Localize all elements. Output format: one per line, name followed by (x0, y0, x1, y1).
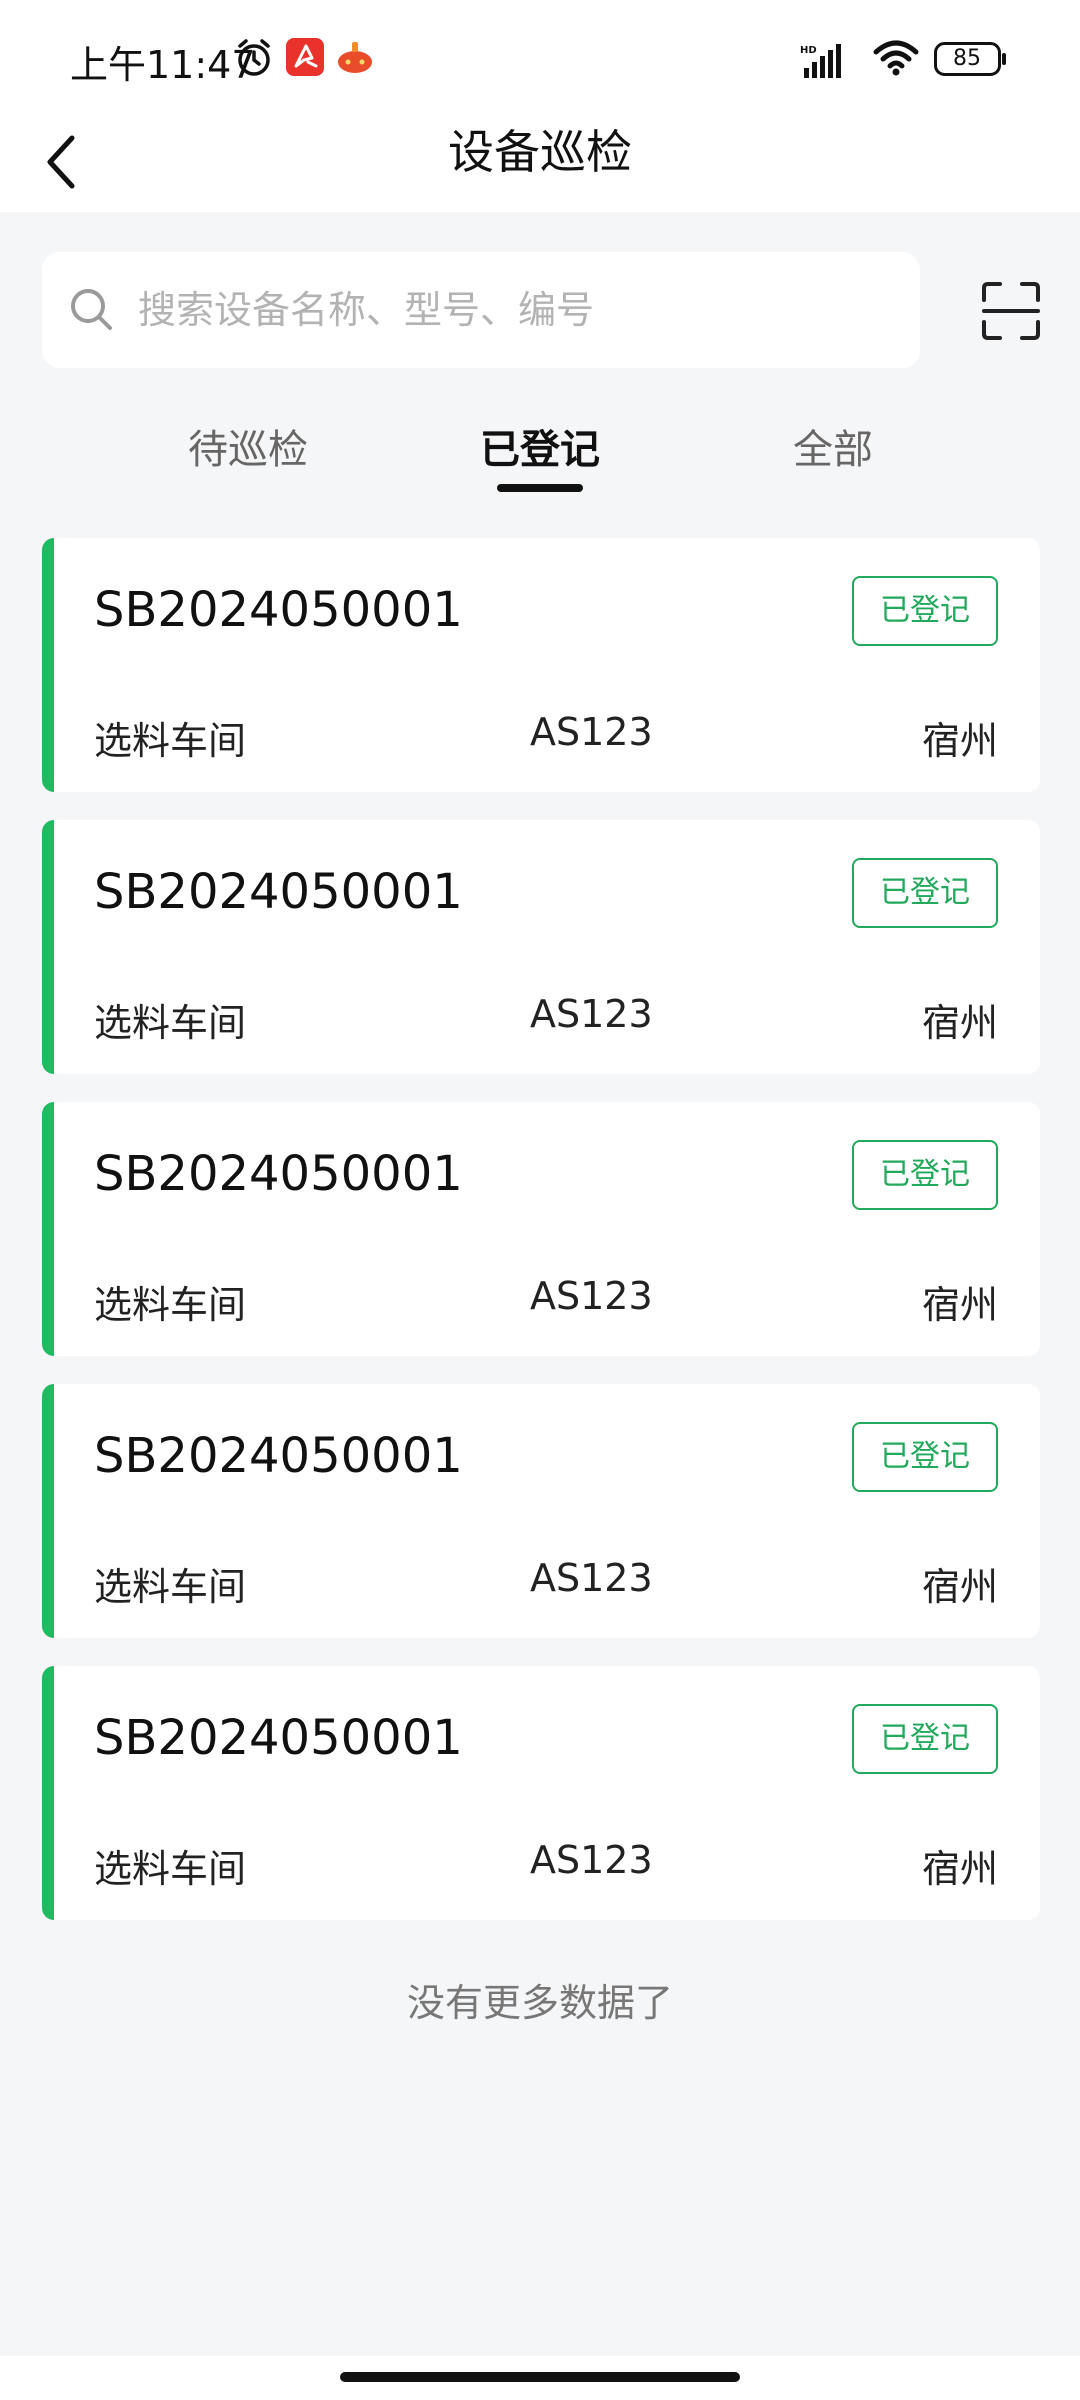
device-location: 宿州 (921, 1847, 998, 1891)
status-badge: 已登记 (852, 1422, 998, 1492)
device-model: AS123 (530, 710, 653, 754)
home-indicator[interactable] (340, 2372, 740, 2382)
list-item[interactable]: SB2024050001 已登记 选料车间 AS123 宿州 (42, 1102, 1040, 1356)
device-location: 宿州 (921, 1283, 998, 1327)
device-location: 宿州 (921, 1565, 998, 1609)
device-code: SB2024050001 (94, 1146, 463, 1202)
device-model: AS123 (530, 1556, 653, 1600)
alarm-icon (238, 39, 270, 76)
status-time: 上午11:47 (70, 43, 256, 87)
device-model: AS123 (530, 1838, 653, 1882)
device-code: SB2024050001 (94, 582, 463, 638)
search-input[interactable]: 搜索设备名称、型号、编号 (42, 252, 920, 368)
scan-icon[interactable] (980, 280, 1042, 342)
list-item[interactable]: SB2024050001 已登记 选料车间 AS123 宿州 (42, 1384, 1040, 1638)
device-code: SB2024050001 (94, 1710, 463, 1766)
app-notification-icon (286, 38, 324, 76)
status-badge: 已登记 (852, 1140, 998, 1210)
page-title: 设备巡检 (448, 125, 632, 179)
device-model: AS123 (530, 992, 653, 1036)
search-placeholder: 搜索设备名称、型号、编号 (138, 288, 595, 332)
device-location: 宿州 (921, 719, 998, 763)
wifi-icon (873, 40, 919, 76)
device-workshop: 选料车间 (94, 1001, 247, 1045)
status-badge: 已登记 (852, 1704, 998, 1774)
device-workshop: 选料车间 (94, 1565, 247, 1609)
list-item[interactable]: SB2024050001 已登记 选料车间 AS123 宿州 (42, 820, 1040, 1074)
no-more-data-text: 没有更多数据了 (406, 1981, 673, 2025)
card-accent-bar (42, 538, 54, 792)
device-code: SB2024050001 (94, 864, 463, 920)
status-tabs: 待巡检 已登记 全部 (0, 410, 1080, 510)
top-navigation-bar: 设备巡检 (0, 116, 1080, 212)
card-accent-bar (42, 1102, 54, 1356)
app-notification-icon-2 (338, 42, 372, 73)
device-model: AS123 (530, 1274, 653, 1318)
device-code: SB2024050001 (94, 1428, 463, 1484)
device-location: 宿州 (921, 1001, 998, 1045)
status-badge: 已登记 (852, 576, 998, 646)
tab-pending[interactable]: 待巡检 (128, 410, 368, 490)
search-icon (71, 289, 112, 330)
status-bar: 上午11:47 HD 85 (0, 0, 1080, 116)
battery-level: 85 (953, 46, 981, 71)
card-accent-bar (42, 1666, 54, 1920)
device-list: SB2024050001 已登记 选料车间 AS123 宿州 SB2024050… (42, 538, 1040, 1948)
list-item[interactable]: SB2024050001 已登记 选料车间 AS123 宿州 (42, 1666, 1040, 1920)
status-indicators: HD 85 (780, 32, 1080, 82)
cellular-signal-icon: HD (800, 44, 841, 78)
tab-registered[interactable]: 已登记 (420, 410, 660, 490)
page: 上午11:47 HD 85 设备巡检 搜索设备名称、型号、编号 待巡检 已登记 … (0, 0, 1080, 2400)
device-workshop: 选料车间 (94, 719, 247, 763)
card-accent-bar (42, 1384, 54, 1638)
device-workshop: 选料车间 (94, 1847, 247, 1891)
active-tab-indicator (497, 484, 583, 492)
tab-all[interactable]: 全部 (713, 410, 953, 490)
list-item[interactable]: SB2024050001 已登记 选料车间 AS123 宿州 (42, 538, 1040, 792)
status-badge: 已登记 (852, 858, 998, 928)
card-accent-bar (42, 820, 54, 1074)
device-workshop: 选料车间 (94, 1283, 247, 1327)
svg-text:HD: HD (800, 45, 817, 56)
